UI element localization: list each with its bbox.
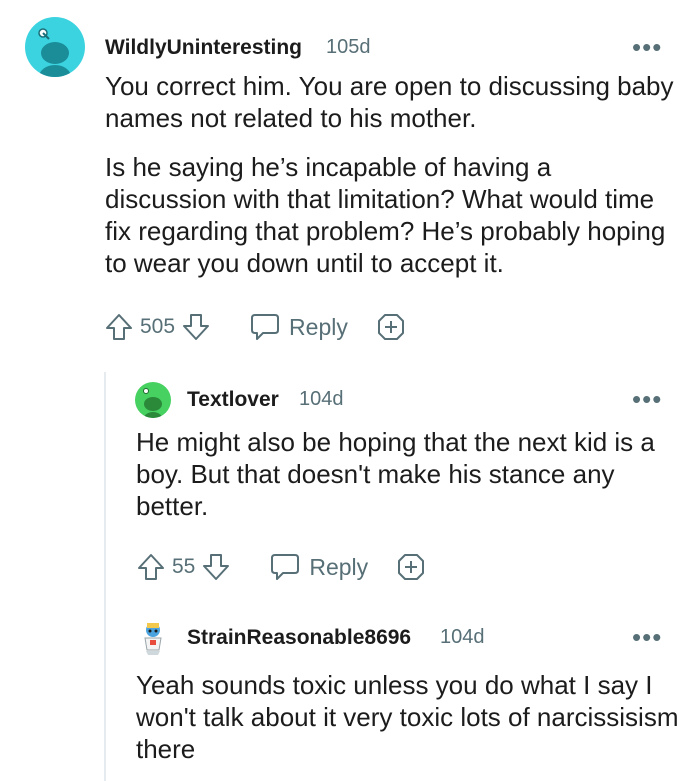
award-icon[interactable] [376,312,406,342]
comment-username[interactable]: WildlyUninteresting [105,36,302,60]
comment-body: You correct him. You are open to discuss… [105,70,675,279]
upvote-icon[interactable] [104,312,134,342]
comment-username[interactable]: Textlover [187,388,279,412]
comment-body: He might also be hoping that the next ki… [136,426,676,522]
comment-actions: 505 Reply [104,310,406,344]
comment-age: 104d [299,388,344,410]
comment-age: 105d [326,36,371,58]
avatar[interactable] [135,620,171,656]
avatar[interactable] [25,17,85,77]
reply-label: Reply [289,313,348,340]
comment-paragraph: You correct him. You are open to discuss… [105,71,674,133]
reply-button[interactable]: Reply [269,552,368,582]
comment-icon [271,554,300,580]
more-options-icon[interactable]: ••• [632,624,662,650]
snoo-avatar-icon [143,388,163,418]
downvote-icon[interactable] [181,312,211,342]
more-options-icon[interactable]: ••• [632,386,662,412]
comment-paragraph: He might also be hoping that the next ki… [136,427,655,521]
vote-score: 55 [172,555,196,578]
comment-paragraph: Yeah sounds toxic unless you do what I s… [136,670,679,764]
thread-line[interactable] [104,372,106,781]
comment-actions: 55 Reply [136,550,426,584]
reply-button[interactable]: Reply [249,312,348,342]
more-options-icon[interactable]: ••• [632,34,662,60]
downvote-icon[interactable] [201,552,231,582]
upvote-icon[interactable] [136,552,166,582]
comment-icon [251,314,280,340]
vote-score: 505 [140,315,176,338]
avatar[interactable] [135,382,171,418]
comment-paragraph: Is he saying he’s incapable of having a … [105,152,666,278]
reply-label: Reply [309,553,369,580]
comment-username[interactable]: StrainReasonable8696 [187,626,411,650]
snoo-avatar-icon [144,623,162,655]
award-icon[interactable] [396,552,426,582]
comment-body: Yeah sounds toxic unless you do what I s… [136,669,681,765]
comment-age: 104d [440,626,485,648]
snoo-avatar-icon [38,28,71,77]
